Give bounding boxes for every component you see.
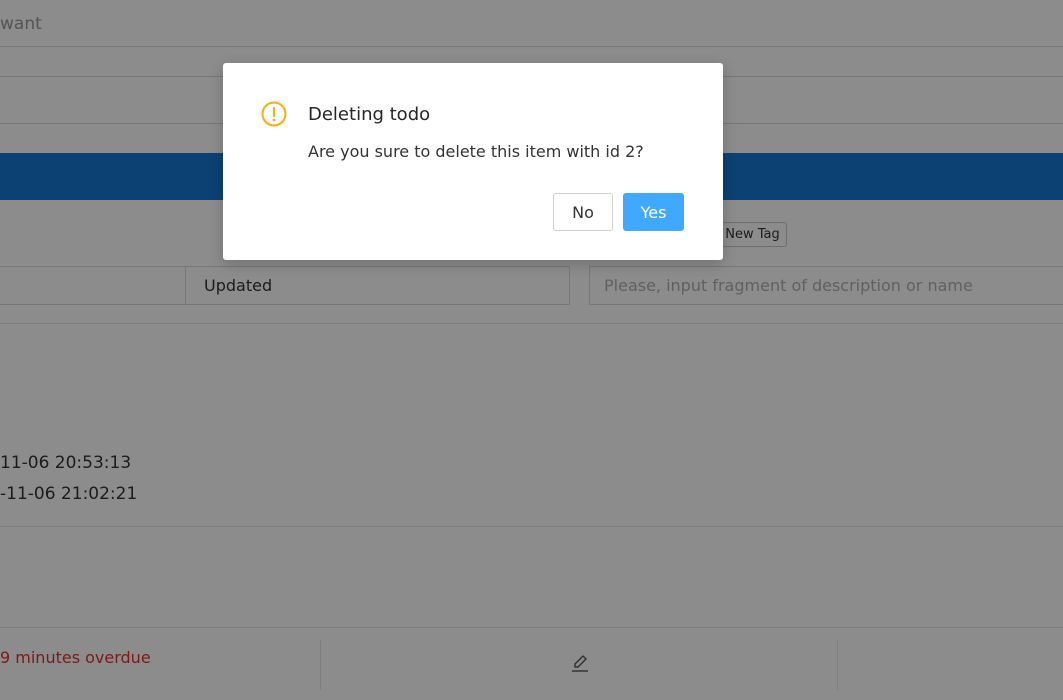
no-button[interactable]: No [553, 193, 613, 231]
dialog-title: Deleting todo [308, 104, 431, 125]
exclamation-circle-icon [261, 101, 287, 127]
yes-button[interactable]: Yes [623, 193, 684, 231]
dialog-message: Are you sure to delete this item with id… [308, 142, 644, 161]
confirm-dialog: Deleting todo Are you sure to delete thi… [223, 63, 723, 260]
app-page: want New Tag Updated Please, input fragm… [0, 0, 1063, 700]
